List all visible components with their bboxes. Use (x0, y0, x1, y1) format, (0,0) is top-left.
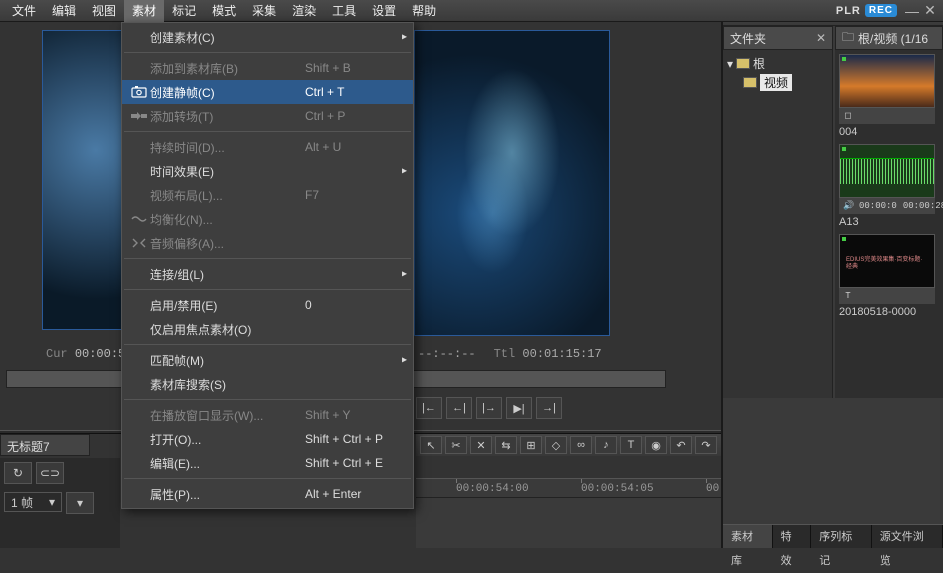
recorder-monitor (414, 30, 610, 336)
submenu-arrow-icon: ▸ (402, 166, 407, 177)
tab-bin[interactable]: 素材库 (723, 525, 773, 548)
tree-root-node[interactable]: ▾ 根 (727, 54, 828, 73)
audio-offset-icon (128, 237, 150, 249)
camera-icon (128, 86, 150, 98)
tool-redo[interactable]: ↷ (695, 436, 717, 454)
mark-in-button[interactable]: |← (416, 397, 442, 419)
bin-panel: EDIUS 🗀 🔍 🔧 T ▭ 文件夹 ✕ 🗀 根/视频 (1/16 ▾ 根 视… (721, 0, 943, 548)
clip-thumbnail: EDIUS完美效果集·百变标题·经典 (839, 234, 935, 288)
menu-tools[interactable]: 工具 (324, 0, 364, 22)
submenu-arrow-icon: ▸ (402, 355, 407, 366)
close-icon[interactable]: ✕ (816, 31, 826, 45)
speaker-icon: 🔊 (843, 201, 853, 211)
tool-marker[interactable]: ◇ (545, 436, 567, 454)
tool-cursor[interactable]: ↖ (420, 436, 442, 454)
tree-video-node[interactable]: 视频 (727, 73, 828, 92)
tool-cut[interactable]: ✂ (445, 436, 467, 454)
menu-create-still[interactable]: 创建静帧(C) Ctrl + T (122, 80, 413, 104)
timecode-tick: 00:00:54:05 (581, 483, 654, 495)
menu-match-frame[interactable]: 匹配帧(M) ▸ (122, 348, 413, 372)
menu-marker[interactable]: 标记 (164, 0, 204, 22)
bin-tab-header[interactable]: 🗀 根/视频 (1/16 (835, 26, 943, 50)
menu-open[interactable]: 打开(O)... Shift + Ctrl + P (122, 427, 413, 451)
sequence-tab[interactable]: 无标题7 (0, 434, 90, 456)
submenu-arrow-icon: ▸ (402, 269, 407, 280)
tab-source-browser[interactable]: 源文件浏览 (872, 525, 943, 548)
folder-tree: ▾ 根 视频 (723, 50, 833, 398)
top-menubar: 文件 编辑 视图 素材 标记 模式 采集 渲染 工具 设置 帮助 PLR REC… (0, 0, 943, 22)
player-current-timecode: Cur 00:00:5 (46, 347, 125, 361)
menu-search-bin[interactable]: 素材库搜索(S) (122, 372, 413, 396)
close-button[interactable]: ✕ (921, 2, 939, 19)
menu-capture[interactable]: 采集 (244, 0, 284, 22)
frame-step-box[interactable]: 1 帧▾ (4, 492, 62, 512)
track-header-controls: ↻ ⊂⊃ 1 帧▾ ▾ (0, 458, 120, 548)
transport-controls: |← ←| |→ ▶| →| (416, 395, 676, 421)
folder-tab-header[interactable]: 文件夹 ✕ (723, 26, 833, 50)
menu-edit[interactable]: 编辑(E)... Shift + Ctrl + E (122, 451, 413, 475)
play-in-out-button[interactable]: ▶| (506, 397, 532, 419)
menu-audio-offset[interactable]: 音频偏移(A)... (122, 231, 413, 255)
clip-thumbnail (839, 144, 935, 198)
menu-edit[interactable]: 编辑 (44, 0, 84, 22)
magnet-button[interactable]: ⊂⊃ (36, 462, 64, 484)
tool-audio[interactable]: ♪ (595, 436, 617, 454)
zoom-fit-button[interactable]: ↻ (4, 462, 32, 484)
bin-clip[interactable]: EDIUS完美效果集·百变标题·经典 T 20180518-0000 (839, 234, 935, 318)
tool-ripple[interactable]: ⇆ (495, 436, 517, 454)
menu-create-clip[interactable]: 创建素材(C) ▸ (122, 25, 413, 49)
tool-link[interactable]: ∞ (570, 436, 592, 454)
menu-normalize[interactable]: 均衡化(N)... (122, 207, 413, 231)
menu-clip[interactable]: 素材 (124, 0, 164, 22)
tool-delete[interactable]: ✕ (470, 436, 492, 454)
clip-bin: ◻ 004 🔊 00:00:0 00:00:28 A13 EDIUS完美效果集·… (835, 50, 943, 398)
equalize-icon (128, 214, 150, 224)
clip-menu-dropdown: 创建素材(C) ▸ 添加到素材库(B) Shift + B 创建静帧(C) Ct… (121, 22, 414, 509)
menu-enable-disable[interactable]: 启用/禁用(E) 0 (122, 293, 413, 317)
still-icon: ◻ (843, 111, 853, 121)
menu-mode[interactable]: 模式 (204, 0, 244, 22)
tab-markers[interactable]: 序列标记 (811, 525, 871, 548)
menu-render[interactable]: 渲染 (284, 0, 324, 22)
tool-render[interactable]: ◉ (645, 436, 667, 454)
menu-duration[interactable]: 持续时间(D)... Alt + U (122, 135, 413, 159)
folder-icon (736, 58, 750, 69)
menu-show-in-player[interactable]: 在播放窗口显示(W)... Shift + Y (122, 403, 413, 427)
tool-group[interactable]: ⊞ (520, 436, 542, 454)
submenu-arrow-icon: ▸ (402, 32, 407, 43)
folder-icon (743, 77, 757, 88)
menu-time-effect[interactable]: 时间效果(E) ▸ (122, 159, 413, 183)
bin-clip[interactable]: 🔊 00:00:0 00:00:28 A13 (839, 144, 935, 228)
next-frame-button[interactable]: |→ (476, 397, 502, 419)
player-monitor (42, 30, 132, 330)
menu-properties[interactable]: 属性(P)... Alt + Enter (122, 482, 413, 506)
frame-options-button[interactable]: ▾ (66, 492, 94, 514)
recorder-indicator: PLR REC (830, 4, 903, 17)
title-icon: T (843, 291, 853, 301)
clip-thumbnail (839, 54, 935, 108)
recorder-timecodes: --:--:-- Ttl 00:01:15:17 (418, 347, 618, 361)
menu-only-focus-clip[interactable]: 仅启用焦点素材(O) (122, 317, 413, 341)
minimize-button[interactable]: — (903, 3, 921, 19)
menu-add-transition[interactable]: 添加转场(T) Ctrl + P (122, 104, 413, 128)
prev-frame-button[interactable]: ←| (446, 397, 472, 419)
transition-icon (128, 111, 150, 121)
menu-video-layout[interactable]: 视频布局(L)... F7 (122, 183, 413, 207)
tab-effects[interactable]: 特效 (773, 525, 812, 548)
menu-settings[interactable]: 设置 (364, 0, 404, 22)
timecode-tick: 00:00:54:00 (456, 483, 529, 495)
tool-title[interactable]: T (620, 436, 642, 454)
mark-out-button[interactable]: →| (536, 397, 562, 419)
menu-link-group[interactable]: 连接/组(L) ▸ (122, 262, 413, 286)
bin-clip[interactable]: ◻ 004 (839, 54, 935, 138)
bin-panel-tabs: 素材库 特效 序列标记 源文件浏览 (723, 524, 943, 548)
folder-icon: 🗀 (842, 28, 854, 49)
menu-help[interactable]: 帮助 (404, 0, 444, 22)
menu-view[interactable]: 视图 (84, 0, 124, 22)
menu-add-to-bin[interactable]: 添加到素材库(B) Shift + B (122, 56, 413, 80)
menu-file[interactable]: 文件 (4, 0, 44, 22)
tool-undo[interactable]: ↶ (670, 436, 692, 454)
